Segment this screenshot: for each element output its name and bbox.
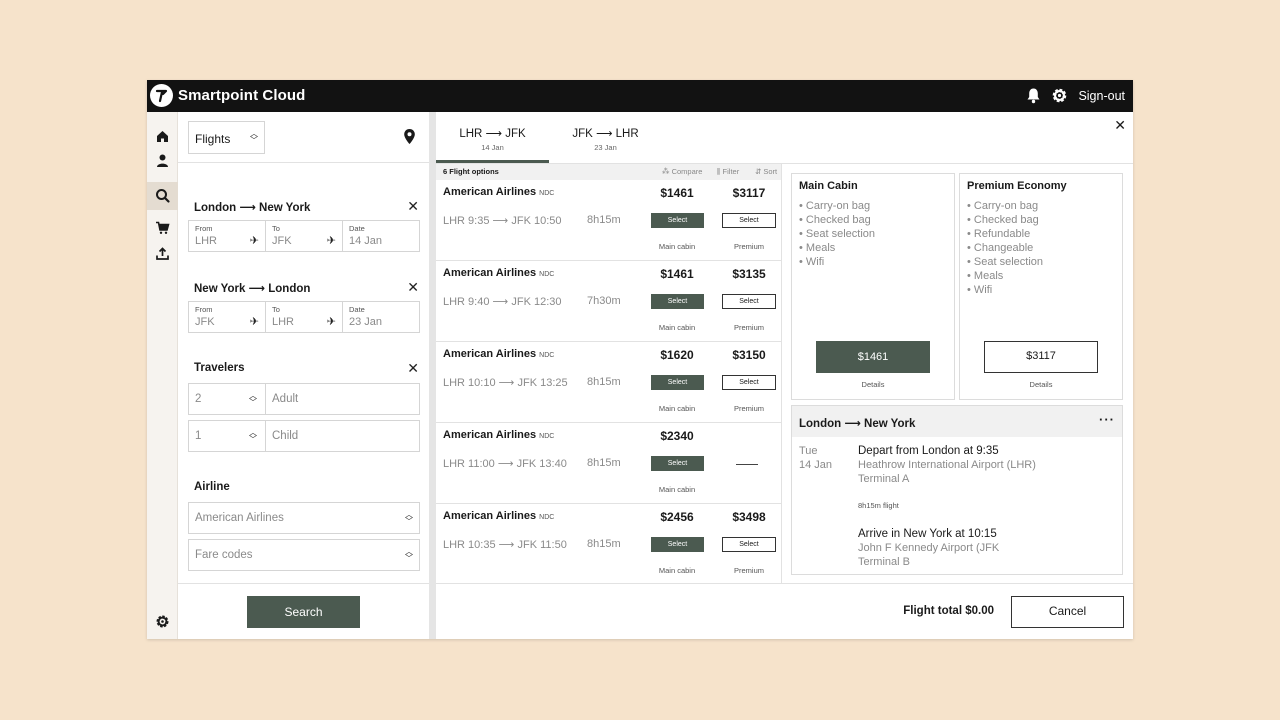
leg2-date-field[interactable]: Date 23 Jan	[343, 302, 419, 332]
map-pin-icon[interactable]	[403, 128, 416, 150]
gear-icon[interactable]	[155, 614, 170, 629]
fare-codes-select[interactable]: Fare codes ︿ ﹀	[188, 539, 420, 571]
compare-button[interactable]: ⁂ Compare	[662, 167, 702, 176]
tab-return[interactable]: JFK ⟶ LHR 23 Jan	[549, 112, 662, 163]
leg2-from-field[interactable]: From JFK ✈	[189, 302, 266, 332]
select-main-button[interactable]: Select	[651, 213, 704, 228]
leg1-from-field[interactable]: From LHR ✈	[189, 221, 266, 251]
app-title: Smartpoint Cloud	[178, 87, 306, 104]
panel-divider[interactable]	[429, 112, 436, 639]
list-header: 6 Flight options ⁂ Compare ⫼ Filter ⇵ So…	[436, 164, 781, 180]
flight-row: American Airlines NDC LHR 9:35 ⟶ JFK 10:5…	[436, 180, 781, 261]
plane-icon: ✈	[249, 316, 259, 328]
plane-icon: ✈	[249, 235, 259, 247]
cart-icon[interactable]	[155, 220, 170, 235]
chevron-updown-icon[interactable]: ︿ ﹀	[249, 392, 257, 407]
select-premium-button[interactable]: Select	[722, 213, 776, 228]
filter-button[interactable]: ⫼ Filter	[717, 167, 739, 177]
flight-row: American Airlines NDC LHR 11:00 ⟶ JFK 13:…	[436, 423, 781, 504]
fare-price-button[interactable]: $3117	[984, 341, 1098, 373]
fare-price-button[interactable]: $1461	[816, 341, 930, 373]
arrival-info: Arrive in New York at 10:15 John F Kenne…	[858, 528, 1000, 568]
airline-select[interactable]: American Airlines ︿ ﹀	[188, 502, 420, 534]
leg1-title: London ⟶ New York	[194, 202, 311, 214]
divider	[178, 583, 429, 584]
leg1-to-field[interactable]: To JFK ✈	[266, 221, 343, 251]
travelers-close-icon[interactable]: ✕	[407, 360, 419, 377]
fare-card-premium-economy: Premium Economy Carry-on bag Checked bag…	[959, 173, 1123, 400]
leg2-to-field[interactable]: To LHR ✈	[266, 302, 343, 332]
divider	[436, 583, 1133, 584]
settings-gear-icon[interactable]	[1051, 87, 1068, 109]
flight-total: Flight total $0.00	[903, 605, 994, 617]
travelers-title: Travelers	[194, 362, 245, 374]
leg1-date-field[interactable]: Date 14 Jan	[343, 221, 419, 251]
airline-title: Airline	[194, 481, 230, 493]
select-premium-button[interactable]: Select	[722, 375, 776, 390]
select-main-button[interactable]: Select	[651, 537, 704, 552]
more-options-icon[interactable]: ···	[1099, 412, 1115, 427]
details-link[interactable]: Details	[792, 380, 954, 389]
select-premium-button[interactable]: Select	[722, 294, 776, 309]
tab-outbound[interactable]: LHR ⟶ JFK 14 Jan	[436, 112, 549, 163]
select-main-button[interactable]: Select	[651, 294, 704, 309]
flight-row: American Airlines NDC LHR 9:40 ⟶ JFK 12:3…	[436, 261, 781, 342]
chevron-updown-icon: ︿ ﹀	[250, 129, 258, 145]
departure-info: Depart from London at 9:35 Heathrow Inte…	[858, 445, 1036, 485]
product-select[interactable]: Flights ︿ ﹀	[188, 121, 265, 154]
bell-icon[interactable]	[1026, 87, 1041, 109]
top-bar: Smartpoint Cloud Sign-out	[147, 80, 1133, 112]
itinerary-card: London ⟶ New York ··· Tue 14 Jan Depart …	[791, 405, 1123, 575]
chevron-updown-icon[interactable]: ︿ ﹀	[249, 429, 257, 444]
logo-icon	[150, 84, 173, 107]
flight-row: American Airlines NDC LHR 10:10 ⟶ JFK 13:…	[436, 342, 781, 423]
unavailable-dash	[736, 464, 758, 465]
details-link[interactable]: Details	[960, 380, 1122, 389]
divider	[178, 162, 429, 163]
flight-list: 6 Flight options ⁂ Compare ⫼ Filter ⇵ So…	[436, 164, 782, 583]
select-main-button[interactable]: Select	[651, 456, 704, 471]
search-button[interactable]: Search	[247, 596, 360, 628]
leg2-title: New York ⟶ London	[194, 283, 311, 295]
chevron-updown-icon: ︿ ﹀	[405, 510, 413, 526]
sort-button[interactable]: ⇵ Sort	[755, 167, 777, 176]
home-icon[interactable]	[155, 129, 170, 144]
leg1-close-icon[interactable]: ✕	[407, 198, 419, 215]
flight-duration: 8h15m flight	[858, 501, 899, 510]
side-rail	[147, 112, 178, 639]
close-icon[interactable]: ✕	[1114, 117, 1126, 134]
fare-detail-panel: Main Cabin Carry-on bag Checked bag Seat…	[782, 164, 1133, 583]
app-window: Smartpoint Cloud Sign-out Flights ︿ ﹀ Lo…	[147, 80, 1133, 639]
leg2-close-icon[interactable]: ✕	[407, 279, 419, 296]
itinerary-date: Tue 14 Jan	[799, 445, 833, 471]
product-select-value: Flights	[195, 132, 231, 146]
adult-stepper[interactable]: 2 ︿ ﹀ Adult	[188, 383, 420, 415]
search-panel: Flights ︿ ﹀ London ⟶ New York ✕ From LHR …	[178, 112, 429, 639]
flight-row: American Airlines NDC LHR 10:35 ⟶ JFK 11:…	[436, 504, 781, 583]
child-stepper[interactable]: 1 ︿ ﹀ Child	[188, 420, 420, 452]
search-icon[interactable]	[147, 182, 178, 210]
leg1-fields: From LHR ✈ To JFK ✈ Date 14 Jan	[188, 220, 420, 252]
plane-icon: ✈	[326, 316, 336, 328]
select-premium-button[interactable]: Select	[722, 537, 776, 552]
user-icon[interactable]	[155, 153, 170, 168]
upload-icon[interactable]	[155, 246, 170, 261]
cancel-button[interactable]: Cancel	[1011, 596, 1124, 628]
select-main-button[interactable]: Select	[651, 375, 704, 390]
main-panel: LHR ⟶ JFK 14 Jan JFK ⟶ LHR 23 Jan ✕ 6 Fl…	[436, 112, 1133, 639]
chevron-updown-icon: ︿ ﹀	[405, 547, 413, 563]
leg2-fields: From JFK ✈ To LHR ✈ Date 23 Jan	[188, 301, 420, 333]
plane-icon: ✈	[326, 235, 336, 247]
sign-out-link[interactable]: Sign-out	[1078, 89, 1125, 103]
fare-card-main-cabin: Main Cabin Carry-on bag Checked bag Seat…	[791, 173, 955, 400]
